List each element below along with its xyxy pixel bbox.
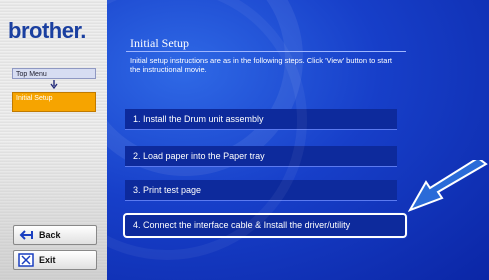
sidebar: brother. Top Menu Initial Setup Back Exi…	[0, 0, 107, 280]
step-2-button[interactable]: 2. Load paper into the Paper tray	[125, 146, 397, 167]
back-button[interactable]: Back	[13, 225, 97, 245]
brand-name: brother	[8, 18, 81, 43]
exit-button[interactable]: Exit	[13, 250, 97, 270]
pointer-arrow-icon	[408, 160, 488, 212]
back-button-label: Back	[39, 230, 61, 240]
main-panel: Initial Setup Initial setup instructions…	[107, 0, 489, 280]
instructions-text: Initial setup instructions are as in the…	[130, 56, 393, 74]
exit-button-label: Exit	[39, 255, 56, 265]
title-divider	[126, 51, 406, 52]
brand-logo: brother.	[8, 18, 86, 44]
down-arrow-icon	[50, 80, 58, 92]
back-arrow-icon	[17, 228, 35, 242]
step-4-button[interactable]: 4. Connect the interface cable & Install…	[123, 213, 407, 238]
brand-dot: .	[80, 18, 86, 43]
nav-top-menu[interactable]: Top Menu	[12, 68, 96, 79]
step-3-button[interactable]: 3. Print test page	[125, 180, 397, 201]
page-title: Initial Setup	[130, 36, 189, 50]
exit-icon	[17, 253, 35, 267]
step-1-button[interactable]: 1. Install the Drum unit assembly	[125, 109, 397, 130]
nav-initial-setup[interactable]: Initial Setup	[12, 92, 96, 112]
